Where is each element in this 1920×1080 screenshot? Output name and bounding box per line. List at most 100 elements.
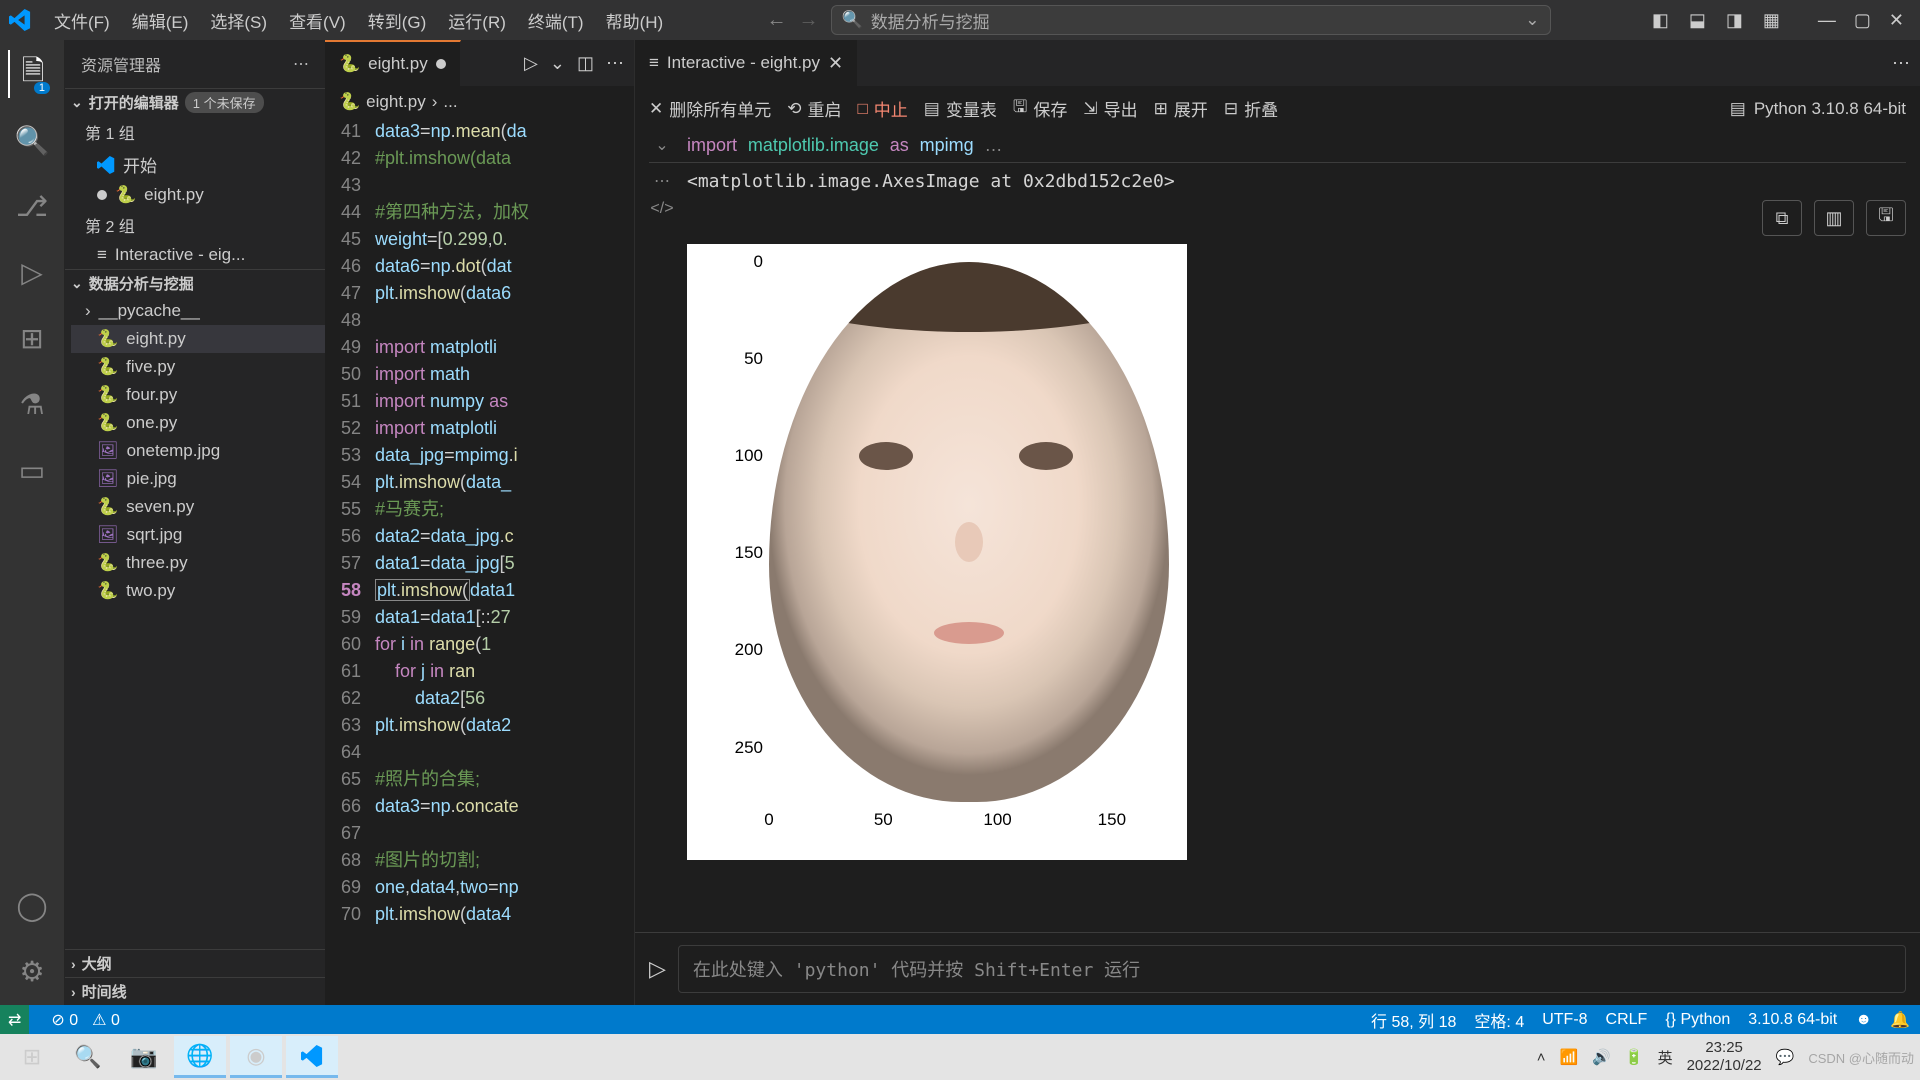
folder-pycache[interactable]: › __pycache__ [71,297,325,325]
source-control-icon[interactable]: ⎇ [8,182,56,230]
statusbar-language[interactable]: {} Python [1665,1011,1730,1029]
more-actions-icon[interactable]: ⋯ [1892,53,1910,74]
open-editor-interactive[interactable]: ≡ Interactive - eig... [71,241,325,269]
maximize-icon[interactable]: ▢ [1846,4,1879,37]
accounts-icon[interactable]: ◯ [8,881,56,929]
file-onetemp-jpg[interactable]: 🖼onetemp.jpg [71,437,325,465]
taskbar-vscode-icon[interactable] [286,1036,338,1078]
variables-button[interactable]: ▤ 变量表 [924,96,997,121]
taskbar-camera-icon[interactable]: 📷 [118,1036,170,1078]
open-editor-start[interactable]: 开始 [71,148,325,181]
tray-volume-icon[interactable]: 🔊 [1592,1048,1611,1066]
layout-panel-bottom-icon[interactable]: ⬓ [1681,4,1714,37]
open-editor-eight[interactable]: 🐍 eight.py [71,181,325,209]
statusbar-encoding[interactable]: UTF-8 [1542,1011,1587,1029]
close-icon[interactable]: ✕ [1881,4,1912,37]
statusbar-warnings[interactable]: ⚠ 0 [92,1010,120,1030]
split-editor-icon[interactable]: ◫ [577,53,594,74]
menu-item[interactable]: 转到(G) [358,4,437,37]
run-file-icon[interactable]: ▷ [524,53,538,74]
interactive-input[interactable]: 在此处键入 'python' 代码并按 Shift+Enter 运行 [678,945,1906,993]
taskbar-chrome-icon[interactable]: ◉ [230,1036,282,1078]
menu-item[interactable]: 运行(R) [438,4,516,37]
more-actions-icon[interactable]: ⋯ [606,53,624,74]
statusbar-feedback-icon[interactable]: ☻ [1855,1011,1872,1029]
nav-back-icon[interactable]: ← [767,9,787,32]
tray-clock[interactable]: 23:25 2022/10/22 [1687,1039,1762,1075]
save-button[interactable]: 🖫 保存 [1013,94,1067,123]
timeline-section[interactable]: ›时间线 [65,977,325,1005]
statusbar-bell-icon[interactable]: 🔔 [1890,1010,1910,1030]
file-three-py[interactable]: 🐍three.py [71,549,325,577]
output-more-icon[interactable]: ⋯ [654,171,670,192]
statusbar-errors[interactable]: ⊘ 0 [51,1010,78,1030]
file-pie-jpg[interactable]: 🖼pie.jpg [71,465,325,493]
statusbar-cursor[interactable]: 行 58, 列 18 [1371,1008,1456,1032]
tray-battery-icon[interactable]: 🔋 [1625,1048,1644,1066]
project-header[interactable]: ⌄ 数据分析与挖掘 [65,270,325,297]
testing-icon[interactable]: ⚗ [8,380,56,428]
restart-kernel-button[interactable]: ⟲ 重启 [787,96,841,121]
file-seven-py[interactable]: 🐍seven.py [71,493,325,521]
statusbar-indent[interactable]: 空格: 4 [1474,1008,1524,1032]
explorer-icon[interactable]: 🗎1 [8,50,56,98]
tray-notifications-icon[interactable]: 💬 [1776,1048,1795,1066]
menu-item[interactable]: 文件(F) [44,4,120,37]
run-dropdown-icon[interactable]: ⌄ [550,53,565,74]
save-plot-icon[interactable]: 🖫 [1866,200,1906,236]
tray-ime[interactable]: 英 [1658,1047,1673,1068]
command-center[interactable]: 🔍 数据分析与挖掘 ⌄ [831,5,1551,35]
cell-chevron-icon[interactable]: ⌄ [655,135,668,156]
copy-plot-icon[interactable]: ⧉ [1762,200,1802,236]
file-eight-py[interactable]: 🐍eight.py [71,325,325,353]
jupyter-icon[interactable]: ▭ [8,446,56,494]
nav-forward-icon[interactable]: → [799,9,819,32]
code-editor[interactable]: 4142434445464748495051525354555657585960… [325,118,634,1005]
sidebar-more-icon[interactable]: ⋯ [293,54,309,74]
extensions-icon[interactable]: ⊞ [8,314,56,362]
run-debug-icon[interactable]: ▷ [8,248,56,296]
file-four-py[interactable]: 🐍four.py [71,381,325,409]
taskbar-edge-icon[interactable]: 🌐 [174,1036,226,1078]
interrupt-kernel-button[interactable]: □ 中止 [858,96,908,121]
menu-item[interactable]: 编辑(E) [122,4,199,37]
kernel-selector[interactable]: ▤ Python 3.10.8 64-bit [1730,99,1906,119]
menu-item[interactable]: 选择(S) [200,4,277,37]
close-tab-icon[interactable]: ✕ [828,53,843,74]
start-button[interactable]: ⊞ [6,1036,58,1078]
export-button[interactable]: ⇲ 导出 [1083,96,1137,121]
tray-chevron-icon[interactable]: ˄ [1537,1049,1546,1066]
tray-wifi-icon[interactable]: 📶 [1560,1048,1579,1066]
expand-all-button[interactable]: ⊞ 展开 [1154,96,1208,121]
minimize-icon[interactable]: — [1810,4,1844,37]
menu-item[interactable]: 帮助(H) [596,4,674,37]
file-two-py[interactable]: 🐍two.py [71,577,325,605]
layout-customize-icon[interactable]: ▦ [1755,4,1788,37]
remote-indicator[interactable]: ⇄ [0,1005,29,1034]
breadcrumb[interactable]: 🐍 eight.py › ... [325,86,634,118]
menu-item[interactable]: 查看(V) [279,4,356,37]
plot-viewer-icon[interactable]: ▥ [1814,200,1854,236]
taskbar-search-icon[interactable]: 🔍 [62,1036,114,1078]
file-five-py[interactable]: 🐍five.py [71,353,325,381]
outline-section[interactable]: ›大纲 [65,949,325,977]
collapse-all-button[interactable]: ⊟ 折叠 [1224,96,1278,121]
file-one-py[interactable]: 🐍one.py [71,409,325,437]
execute-cell-icon[interactable]: ▷ [649,956,666,982]
tab-eight[interactable]: 🐍 eight.py [325,40,461,86]
file-sqrt-jpg[interactable]: 🖼sqrt.jpg [71,521,325,549]
tab-interactive[interactable]: ≡ Interactive - eight.py ✕ [635,40,858,86]
search-icon[interactable]: 🔍 [8,116,56,164]
layout-panel-left-icon[interactable]: ◧ [1644,4,1677,37]
menu-item[interactable]: 终端(T) [518,4,594,37]
settings-gear-icon[interactable]: ⚙ [8,947,56,995]
layout-panel-right-icon[interactable]: ◨ [1718,4,1751,37]
matplotlib-plot: 050100150200250050100150 [687,244,1187,860]
code-lines[interactable]: data3=np.mean(da#plt.imshow(data #第四种方法，… [375,118,634,1005]
open-editors-header[interactable]: ⌄ 打开的编辑器 1 个未保存 [65,89,325,116]
clear-cells-button[interactable]: ✕ 删除所有单元 [649,96,771,121]
chevron-down-icon[interactable]: ⌄ [1525,10,1539,30]
statusbar-interpreter[interactable]: 3.10.8 64-bit [1748,1011,1837,1029]
statusbar-eol[interactable]: CRLF [1606,1011,1648,1029]
editor-group-1-label: 第 1 组 [71,116,325,148]
